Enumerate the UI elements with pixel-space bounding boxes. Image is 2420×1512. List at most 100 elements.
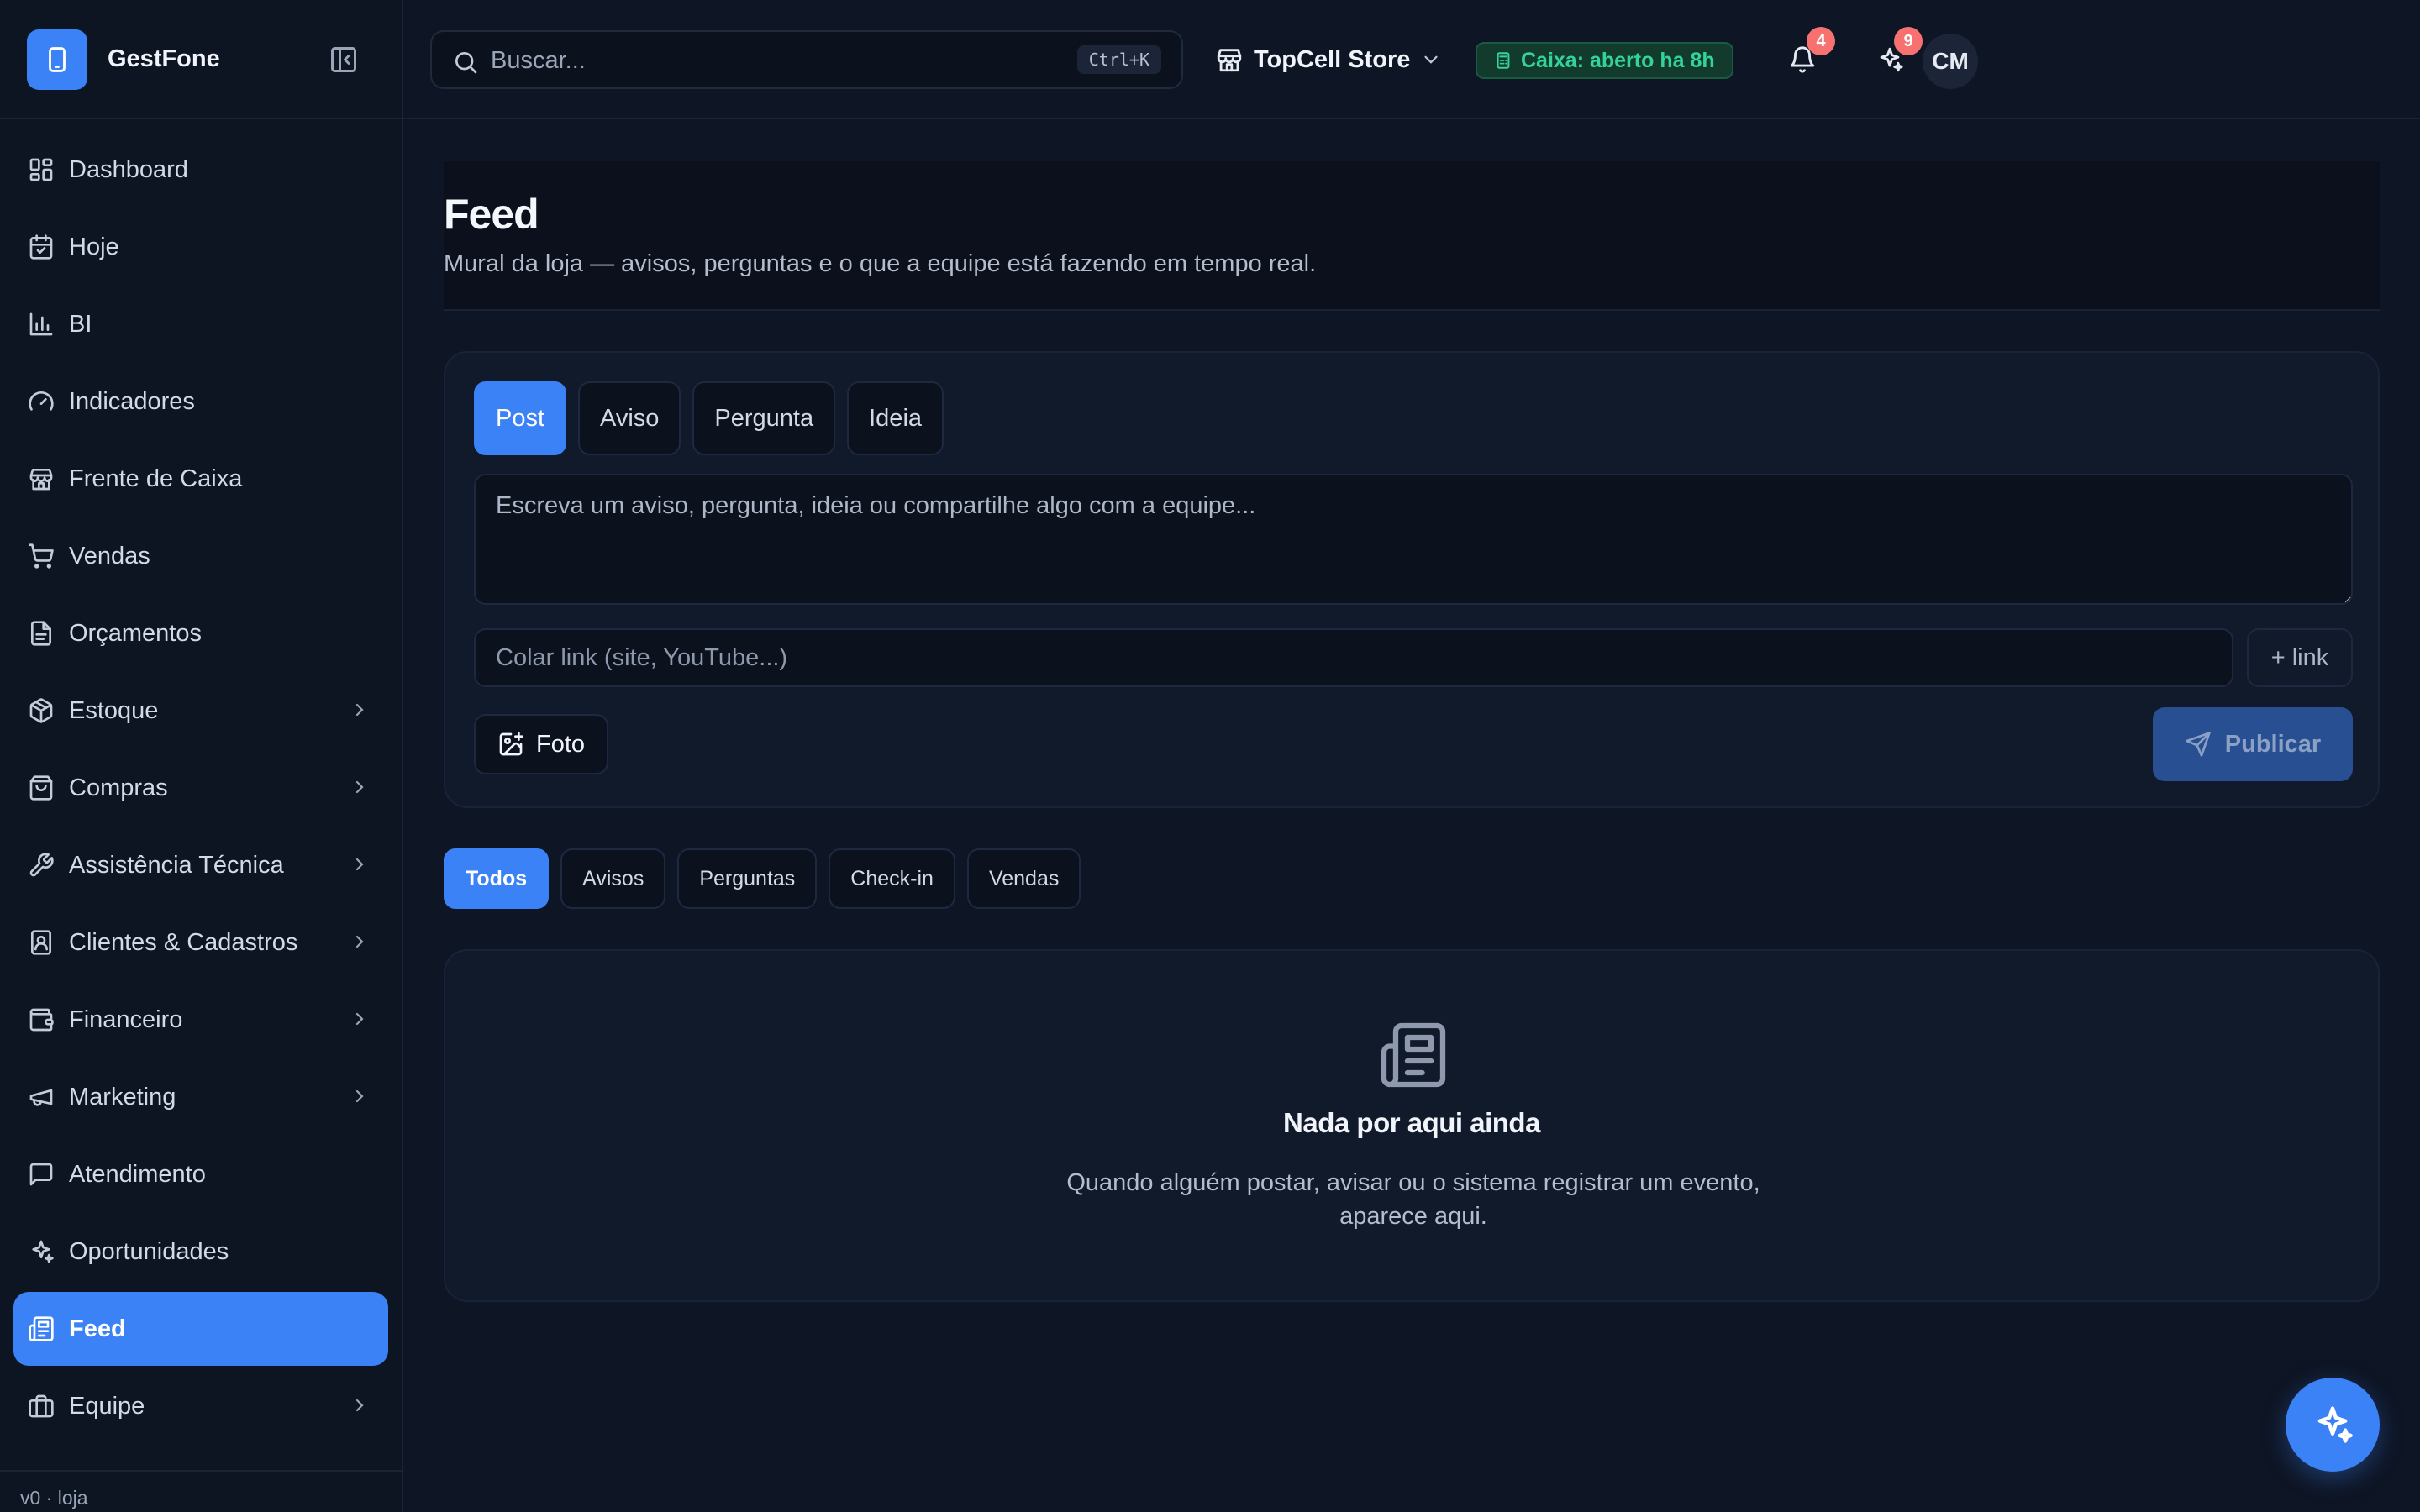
gauge-icon [27,387,55,416]
sidebar-item-label: Orçamentos [69,619,202,647]
sidebar-item-label: BI [69,310,92,338]
post-type-tab-pergunta[interactable]: Pergunta [692,381,836,455]
ai-fab-button[interactable] [2286,1378,2380,1472]
publish-button[interactable]: Publicar [2153,707,2353,781]
filter-tab-todos[interactable]: Todos [444,848,550,909]
empty-state-description: Quando alguém postar, avisar ou o sistem… [1066,1169,1760,1230]
feed-filter-tabs: Todos Avisos Perguntas Check-in Vendas [444,848,1081,909]
version-label: v0 · loja [0,1470,402,1512]
sidebar-item-feed[interactable]: Feed [13,1292,388,1366]
sidebar-item-label: Oportunidades [69,1237,229,1265]
sidebar-item-label: Dashboard [69,155,188,183]
brand: GestFone [0,0,402,119]
chevron-right-icon [350,777,370,797]
sidebar-item-clientes-cadastros[interactable]: Clientes & Cadastros [13,906,388,979]
sidebar-item-label: Vendas [69,542,150,570]
caixa-status-text: Caixa: aberto ha 8h [1521,48,1715,72]
chevron-right-icon [350,1009,370,1029]
sidebar-item-dashboard[interactable]: Dashboard [13,133,388,207]
dashboard-icon [27,155,55,184]
calculator-icon [1494,51,1512,70]
search-icon [452,49,479,76]
sidebar-item-label: Hoje [69,233,119,260]
calendar-icon [27,233,55,261]
search-input[interactable] [491,44,1028,77]
sidebar-item-vendas[interactable]: Vendas [13,519,388,593]
chevron-right-icon [350,1086,370,1106]
search-box[interactable]: Ctrl+K [430,30,1183,89]
chevron-down-icon [1420,49,1442,71]
store-name: TopCell Store [1254,45,1411,73]
phone-icon[interactable] [27,29,87,90]
package-icon [27,696,55,725]
sidebar-item-label: Feed [69,1315,126,1342]
sidebar-item-hoje[interactable]: Hoje [13,210,388,284]
sidebar-item-assistencia-tecnica[interactable]: Assistência Técnica [13,828,388,902]
page-header: Feed Mural da loja — avisos, perguntas e… [444,161,2380,311]
page-subtitle: Mural da loja — avisos, perguntas e o qu… [444,250,1317,277]
chevron-right-icon [350,854,370,874]
sidebar-item-label: Financeiro [69,1005,183,1033]
sidebar-item-atendimento[interactable]: Atendimento [13,1137,388,1211]
store-icon [1215,45,1244,74]
sidebar-item-indicadores[interactable]: Indicadores [13,365,388,438]
sidebar-item-oportunidades[interactable]: Oportunidades [13,1215,388,1289]
wrench-icon [27,851,55,879]
publish-button-label: Publicar [2224,730,2322,758]
post-textarea[interactable] [474,474,2353,605]
photo-button[interactable]: Foto [474,714,609,774]
page-title: Feed [444,191,539,238]
chevron-right-icon [350,932,370,952]
link-input[interactable] [474,628,2233,687]
image-plus-icon [497,731,524,758]
sidebar-item-label: Assistência Técnica [69,851,284,879]
sidebar-item-marketing[interactable]: Marketing [13,1060,388,1134]
newspaper-icon [1378,1020,1449,1090]
post-type-tab-ideia[interactable]: Ideia [847,381,944,455]
sidebar-item-label: Indicadores [69,387,195,415]
newspaper-icon [27,1315,55,1343]
sidebar-item-label: Compras [69,774,168,801]
notifications-button[interactable]: 4 [1776,27,1835,86]
sidebar-item-label: Clientes & Cadastros [69,928,298,956]
sidebar-item-label: Frente de Caixa [69,465,243,492]
notifications-badge: 4 [1807,27,1835,55]
empty-state: Nada por aqui ainda Quando alguém postar… [444,949,2380,1302]
sidebar-item-frente-de-caixa[interactable]: Frente de Caixa [13,442,388,516]
sidebar-item-estoque[interactable]: Estoque [13,674,388,748]
sidebar-item-financeiro[interactable]: Financeiro [13,983,388,1057]
sidebar: GestFone Dashboard Hoje BI Indicadores Frent… [0,0,403,1512]
ai-assistant-button[interactable]: 9 [1864,27,1923,86]
post-type-tab-aviso[interactable]: Aviso [578,381,681,455]
filter-tab-vendas[interactable]: Vendas [966,848,1081,909]
post-type-tabs: Post Aviso Pergunta Ideia [474,381,944,455]
sparkles-icon [2311,1403,2354,1446]
photo-button-label: Foto [536,730,586,758]
topbar: Ctrl+K TopCell Store Caixa: aberto ha 8h… [403,0,2420,119]
sidebar-item-compras[interactable]: Compras [13,751,388,825]
ai-badge: 9 [1894,27,1923,55]
sidebar-collapse-icon[interactable] [328,44,360,76]
document-icon [27,619,55,648]
megaphone-icon [27,1083,55,1111]
filter-tab-perguntas[interactable]: Perguntas [677,848,818,909]
shopping-bag-icon [27,774,55,802]
search-shortcut: Ctrl+K [1076,45,1161,74]
avatar[interactable]: CM [1923,34,1978,89]
caixa-status-badge[interactable]: Caixa: aberto ha 8h [1476,42,1733,79]
sidebar-item-bi[interactable]: BI [13,287,388,361]
filter-tab-check-in[interactable]: Check-in [829,848,955,909]
sparkles-icon [27,1237,55,1266]
sidebar-item-orcamentos[interactable]: Orçamentos [13,596,388,670]
add-link-button[interactable]: + link [2247,628,2353,687]
sidebar-item-equipe[interactable]: Equipe [13,1369,388,1443]
filter-tab-avisos[interactable]: Avisos [560,848,666,909]
chat-icon [27,1160,55,1189]
store-selector[interactable]: TopCell Store [1215,34,1442,86]
bar-chart-icon [27,310,55,339]
briefcase-icon [27,1392,55,1420]
brand-name: GestFone [108,45,220,72]
wallet-icon [27,1005,55,1034]
post-type-tab-post[interactable]: Post [474,381,567,455]
chevron-right-icon [350,700,370,720]
